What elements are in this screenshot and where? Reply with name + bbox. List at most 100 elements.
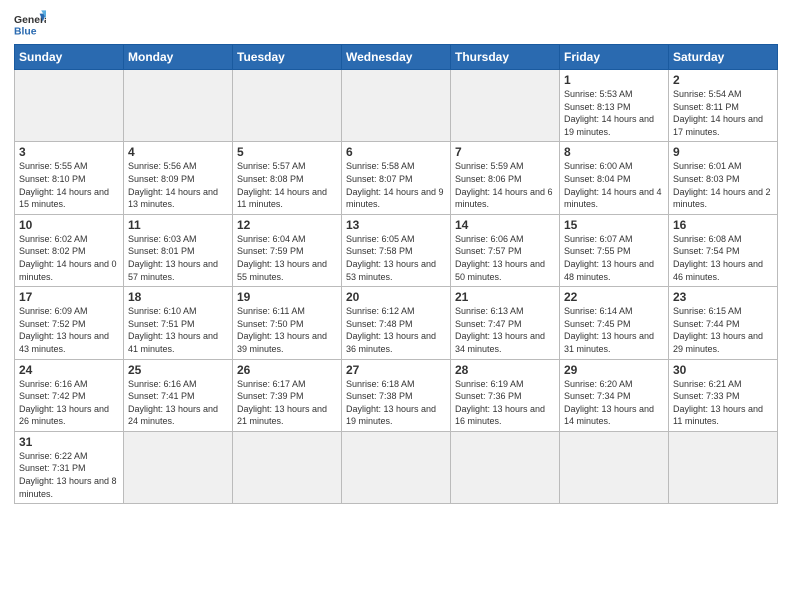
calendar-cell xyxy=(342,431,451,503)
calendar-cell: 14Sunrise: 6:06 AM Sunset: 7:57 PM Dayli… xyxy=(451,214,560,286)
cell-info: Sunrise: 5:58 AM Sunset: 8:07 PM Dayligh… xyxy=(346,160,446,210)
cell-date: 5 xyxy=(237,145,337,159)
cell-date: 31 xyxy=(19,435,119,449)
calendar-cell: 17Sunrise: 6:09 AM Sunset: 7:52 PM Dayli… xyxy=(15,287,124,359)
weekday-header-tuesday: Tuesday xyxy=(233,45,342,70)
calendar-cell: 24Sunrise: 6:16 AM Sunset: 7:42 PM Dayli… xyxy=(15,359,124,431)
week-row-3: 10Sunrise: 6:02 AM Sunset: 8:02 PM Dayli… xyxy=(15,214,778,286)
cell-date: 6 xyxy=(346,145,446,159)
cell-date: 20 xyxy=(346,290,446,304)
cell-info: Sunrise: 5:56 AM Sunset: 8:09 PM Dayligh… xyxy=(128,160,228,210)
calendar-cell: 31Sunrise: 6:22 AM Sunset: 7:31 PM Dayli… xyxy=(15,431,124,503)
cell-info: Sunrise: 6:13 AM Sunset: 7:47 PM Dayligh… xyxy=(455,305,555,355)
cell-info: Sunrise: 6:16 AM Sunset: 7:41 PM Dayligh… xyxy=(128,378,228,428)
cell-date: 3 xyxy=(19,145,119,159)
cell-info: Sunrise: 6:16 AM Sunset: 7:42 PM Dayligh… xyxy=(19,378,119,428)
cell-info: Sunrise: 6:12 AM Sunset: 7:48 PM Dayligh… xyxy=(346,305,446,355)
cell-date: 21 xyxy=(455,290,555,304)
cell-date: 23 xyxy=(673,290,773,304)
calendar-cell: 23Sunrise: 6:15 AM Sunset: 7:44 PM Dayli… xyxy=(669,287,778,359)
cell-date: 8 xyxy=(564,145,664,159)
cell-info: Sunrise: 6:11 AM Sunset: 7:50 PM Dayligh… xyxy=(237,305,337,355)
cell-date: 2 xyxy=(673,73,773,87)
calendar-cell xyxy=(233,431,342,503)
cell-date: 19 xyxy=(237,290,337,304)
cell-info: Sunrise: 5:59 AM Sunset: 8:06 PM Dayligh… xyxy=(455,160,555,210)
cell-info: Sunrise: 6:21 AM Sunset: 7:33 PM Dayligh… xyxy=(673,378,773,428)
calendar-cell: 27Sunrise: 6:18 AM Sunset: 7:38 PM Dayli… xyxy=(342,359,451,431)
header: General Blue xyxy=(14,10,778,38)
svg-text:Blue: Blue xyxy=(14,26,37,37)
calendar-cell: 6Sunrise: 5:58 AM Sunset: 8:07 PM Daylig… xyxy=(342,142,451,214)
calendar-cell: 2Sunrise: 5:54 AM Sunset: 8:11 PM Daylig… xyxy=(669,70,778,142)
calendar-cell: 10Sunrise: 6:02 AM Sunset: 8:02 PM Dayli… xyxy=(15,214,124,286)
cell-info: Sunrise: 6:00 AM Sunset: 8:04 PM Dayligh… xyxy=(564,160,664,210)
cell-date: 13 xyxy=(346,218,446,232)
cell-date: 1 xyxy=(564,73,664,87)
cell-date: 17 xyxy=(19,290,119,304)
cell-info: Sunrise: 6:22 AM Sunset: 7:31 PM Dayligh… xyxy=(19,450,119,500)
calendar-cell: 18Sunrise: 6:10 AM Sunset: 7:51 PM Dayli… xyxy=(124,287,233,359)
weekday-header-sunday: Sunday xyxy=(15,45,124,70)
cell-date: 16 xyxy=(673,218,773,232)
cell-info: Sunrise: 6:05 AM Sunset: 7:58 PM Dayligh… xyxy=(346,233,446,283)
weekday-header-thursday: Thursday xyxy=(451,45,560,70)
cell-date: 10 xyxy=(19,218,119,232)
cell-date: 15 xyxy=(564,218,664,232)
cell-info: Sunrise: 6:07 AM Sunset: 7:55 PM Dayligh… xyxy=(564,233,664,283)
weekday-header-wednesday: Wednesday xyxy=(342,45,451,70)
calendar-cell: 15Sunrise: 6:07 AM Sunset: 7:55 PM Dayli… xyxy=(560,214,669,286)
cell-date: 18 xyxy=(128,290,228,304)
calendar-cell xyxy=(669,431,778,503)
weekday-header-monday: Monday xyxy=(124,45,233,70)
calendar-cell xyxy=(342,70,451,142)
cell-date: 11 xyxy=(128,218,228,232)
cell-date: 22 xyxy=(564,290,664,304)
week-row-4: 17Sunrise: 6:09 AM Sunset: 7:52 PM Dayli… xyxy=(15,287,778,359)
calendar-cell xyxy=(560,431,669,503)
cell-info: Sunrise: 6:09 AM Sunset: 7:52 PM Dayligh… xyxy=(19,305,119,355)
cell-info: Sunrise: 6:17 AM Sunset: 7:39 PM Dayligh… xyxy=(237,378,337,428)
page: General Blue SundayMondayTuesdayWednesda… xyxy=(0,0,792,612)
cell-info: Sunrise: 6:01 AM Sunset: 8:03 PM Dayligh… xyxy=(673,160,773,210)
cell-date: 14 xyxy=(455,218,555,232)
calendar-cell: 19Sunrise: 6:11 AM Sunset: 7:50 PM Dayli… xyxy=(233,287,342,359)
calendar-cell: 11Sunrise: 6:03 AM Sunset: 8:01 PM Dayli… xyxy=(124,214,233,286)
calendar-cell: 26Sunrise: 6:17 AM Sunset: 7:39 PM Dayli… xyxy=(233,359,342,431)
calendar-cell: 5Sunrise: 5:57 AM Sunset: 8:08 PM Daylig… xyxy=(233,142,342,214)
cell-date: 24 xyxy=(19,363,119,377)
cell-info: Sunrise: 6:04 AM Sunset: 7:59 PM Dayligh… xyxy=(237,233,337,283)
cell-date: 25 xyxy=(128,363,228,377)
cell-date: 30 xyxy=(673,363,773,377)
cell-info: Sunrise: 5:57 AM Sunset: 8:08 PM Dayligh… xyxy=(237,160,337,210)
cell-info: Sunrise: 6:19 AM Sunset: 7:36 PM Dayligh… xyxy=(455,378,555,428)
calendar-cell: 29Sunrise: 6:20 AM Sunset: 7:34 PM Dayli… xyxy=(560,359,669,431)
cell-info: Sunrise: 6:18 AM Sunset: 7:38 PM Dayligh… xyxy=(346,378,446,428)
cell-info: Sunrise: 6:06 AM Sunset: 7:57 PM Dayligh… xyxy=(455,233,555,283)
calendar-cell: 28Sunrise: 6:19 AM Sunset: 7:36 PM Dayli… xyxy=(451,359,560,431)
calendar-cell: 9Sunrise: 6:01 AM Sunset: 8:03 PM Daylig… xyxy=(669,142,778,214)
calendar-cell: 13Sunrise: 6:05 AM Sunset: 7:58 PM Dayli… xyxy=(342,214,451,286)
calendar-cell: 3Sunrise: 5:55 AM Sunset: 8:10 PM Daylig… xyxy=(15,142,124,214)
cell-info: Sunrise: 6:10 AM Sunset: 7:51 PM Dayligh… xyxy=(128,305,228,355)
cell-date: 4 xyxy=(128,145,228,159)
calendar-cell xyxy=(124,70,233,142)
calendar-cell: 4Sunrise: 5:56 AM Sunset: 8:09 PM Daylig… xyxy=(124,142,233,214)
cell-info: Sunrise: 6:20 AM Sunset: 7:34 PM Dayligh… xyxy=(564,378,664,428)
calendar-cell: 8Sunrise: 6:00 AM Sunset: 8:04 PM Daylig… xyxy=(560,142,669,214)
calendar-cell: 21Sunrise: 6:13 AM Sunset: 7:47 PM Dayli… xyxy=(451,287,560,359)
cell-info: Sunrise: 5:53 AM Sunset: 8:13 PM Dayligh… xyxy=(564,88,664,138)
week-row-2: 3Sunrise: 5:55 AM Sunset: 8:10 PM Daylig… xyxy=(15,142,778,214)
week-row-6: 31Sunrise: 6:22 AM Sunset: 7:31 PM Dayli… xyxy=(15,431,778,503)
cell-date: 9 xyxy=(673,145,773,159)
calendar-cell: 1Sunrise: 5:53 AM Sunset: 8:13 PM Daylig… xyxy=(560,70,669,142)
week-row-5: 24Sunrise: 6:16 AM Sunset: 7:42 PM Dayli… xyxy=(15,359,778,431)
generalblue-logo-icon: General Blue xyxy=(14,10,46,38)
week-row-1: 1Sunrise: 5:53 AM Sunset: 8:13 PM Daylig… xyxy=(15,70,778,142)
cell-date: 29 xyxy=(564,363,664,377)
cell-date: 12 xyxy=(237,218,337,232)
weekday-header-saturday: Saturday xyxy=(669,45,778,70)
cell-date: 26 xyxy=(237,363,337,377)
calendar-cell: 25Sunrise: 6:16 AM Sunset: 7:41 PM Dayli… xyxy=(124,359,233,431)
calendar-cell: 16Sunrise: 6:08 AM Sunset: 7:54 PM Dayli… xyxy=(669,214,778,286)
